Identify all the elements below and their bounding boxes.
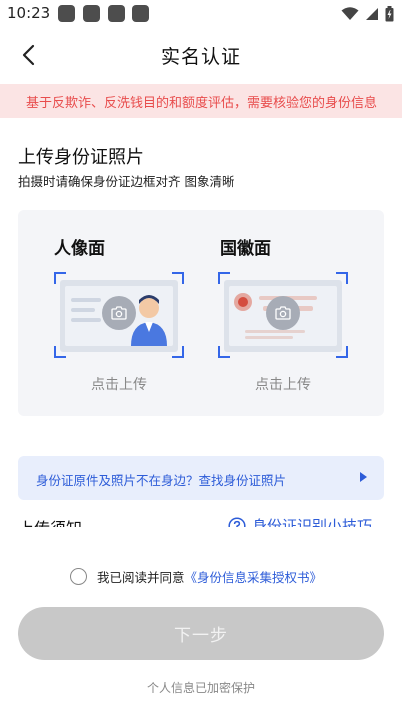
triangle-right-icon [360,472,367,482]
notice-text: 基于反欺诈、反洗钱目的和额度评估，需要核验您的身份信息 [26,96,378,111]
status-bar: 10:23 [0,0,402,28]
agreement-text: 我已阅读并同意 [97,569,185,585]
battery-icon [385,6,394,22]
notification-square-icon [108,5,125,22]
portrait-side-title: 人像面 [54,239,105,259]
upload-notes-row: 上传须知 身份证识别小技巧 [0,507,402,527]
portrait-upload-hint: 点击上传 [91,377,147,393]
camera-icon [266,296,300,330]
help-circle-icon [228,516,246,527]
notice-bar: 基于反欺诈、反洗钱目的和额度评估，需要核验您的身份信息 [0,84,402,118]
notification-square-icon [58,5,75,22]
nav-bar: 实名认证 [0,28,402,82]
privacy-note: 个人信息已加密保护 [146,681,255,695]
notification-square-icon [83,5,100,22]
tip-banner-text: 身份证原件及照片不在身边？查找身份证照片 [36,473,287,488]
upload-card: 人像面 点击上传 国徽面 点击上传 [18,210,384,416]
agreement-checkbox[interactable] [70,567,87,585]
page-title: 实名认证 [160,46,241,68]
find-id-photo-banner[interactable]: 身份证原件及照片不在身边？查找身份证照片 [18,456,384,500]
status-indicators [341,5,394,23]
signal-icon [366,8,378,20]
emblem-upload-area[interactable] [218,272,348,358]
emblem-side-title: 国徽面 [220,239,271,259]
agreement-row: 我已阅读并同意 《身份信息采集授权书》 [70,566,322,586]
wifi-icon [341,7,359,20]
emblem-upload-hint: 点击上传 [255,377,311,393]
id-recognition-tips-link[interactable]: 身份证识别小技巧 [228,515,372,527]
portrait-upload-area[interactable] [54,272,184,358]
next-button[interactable]: 下一步 [18,607,384,660]
section-subtitle: 拍摄时请确保身份证边框对齐 图象清晰 [18,174,235,189]
upload-notes-label: 上传须知 [18,515,82,527]
notification-square-icon [132,5,149,22]
section-title: 上传身份证照片 [18,147,144,168]
authorization-document-link[interactable]: 《身份信息采集授权书》 [185,567,323,586]
tips-link-text: 身份证识别小技巧 [252,517,373,527]
status-time: 10:23 [7,4,51,22]
camera-icon [102,296,136,330]
